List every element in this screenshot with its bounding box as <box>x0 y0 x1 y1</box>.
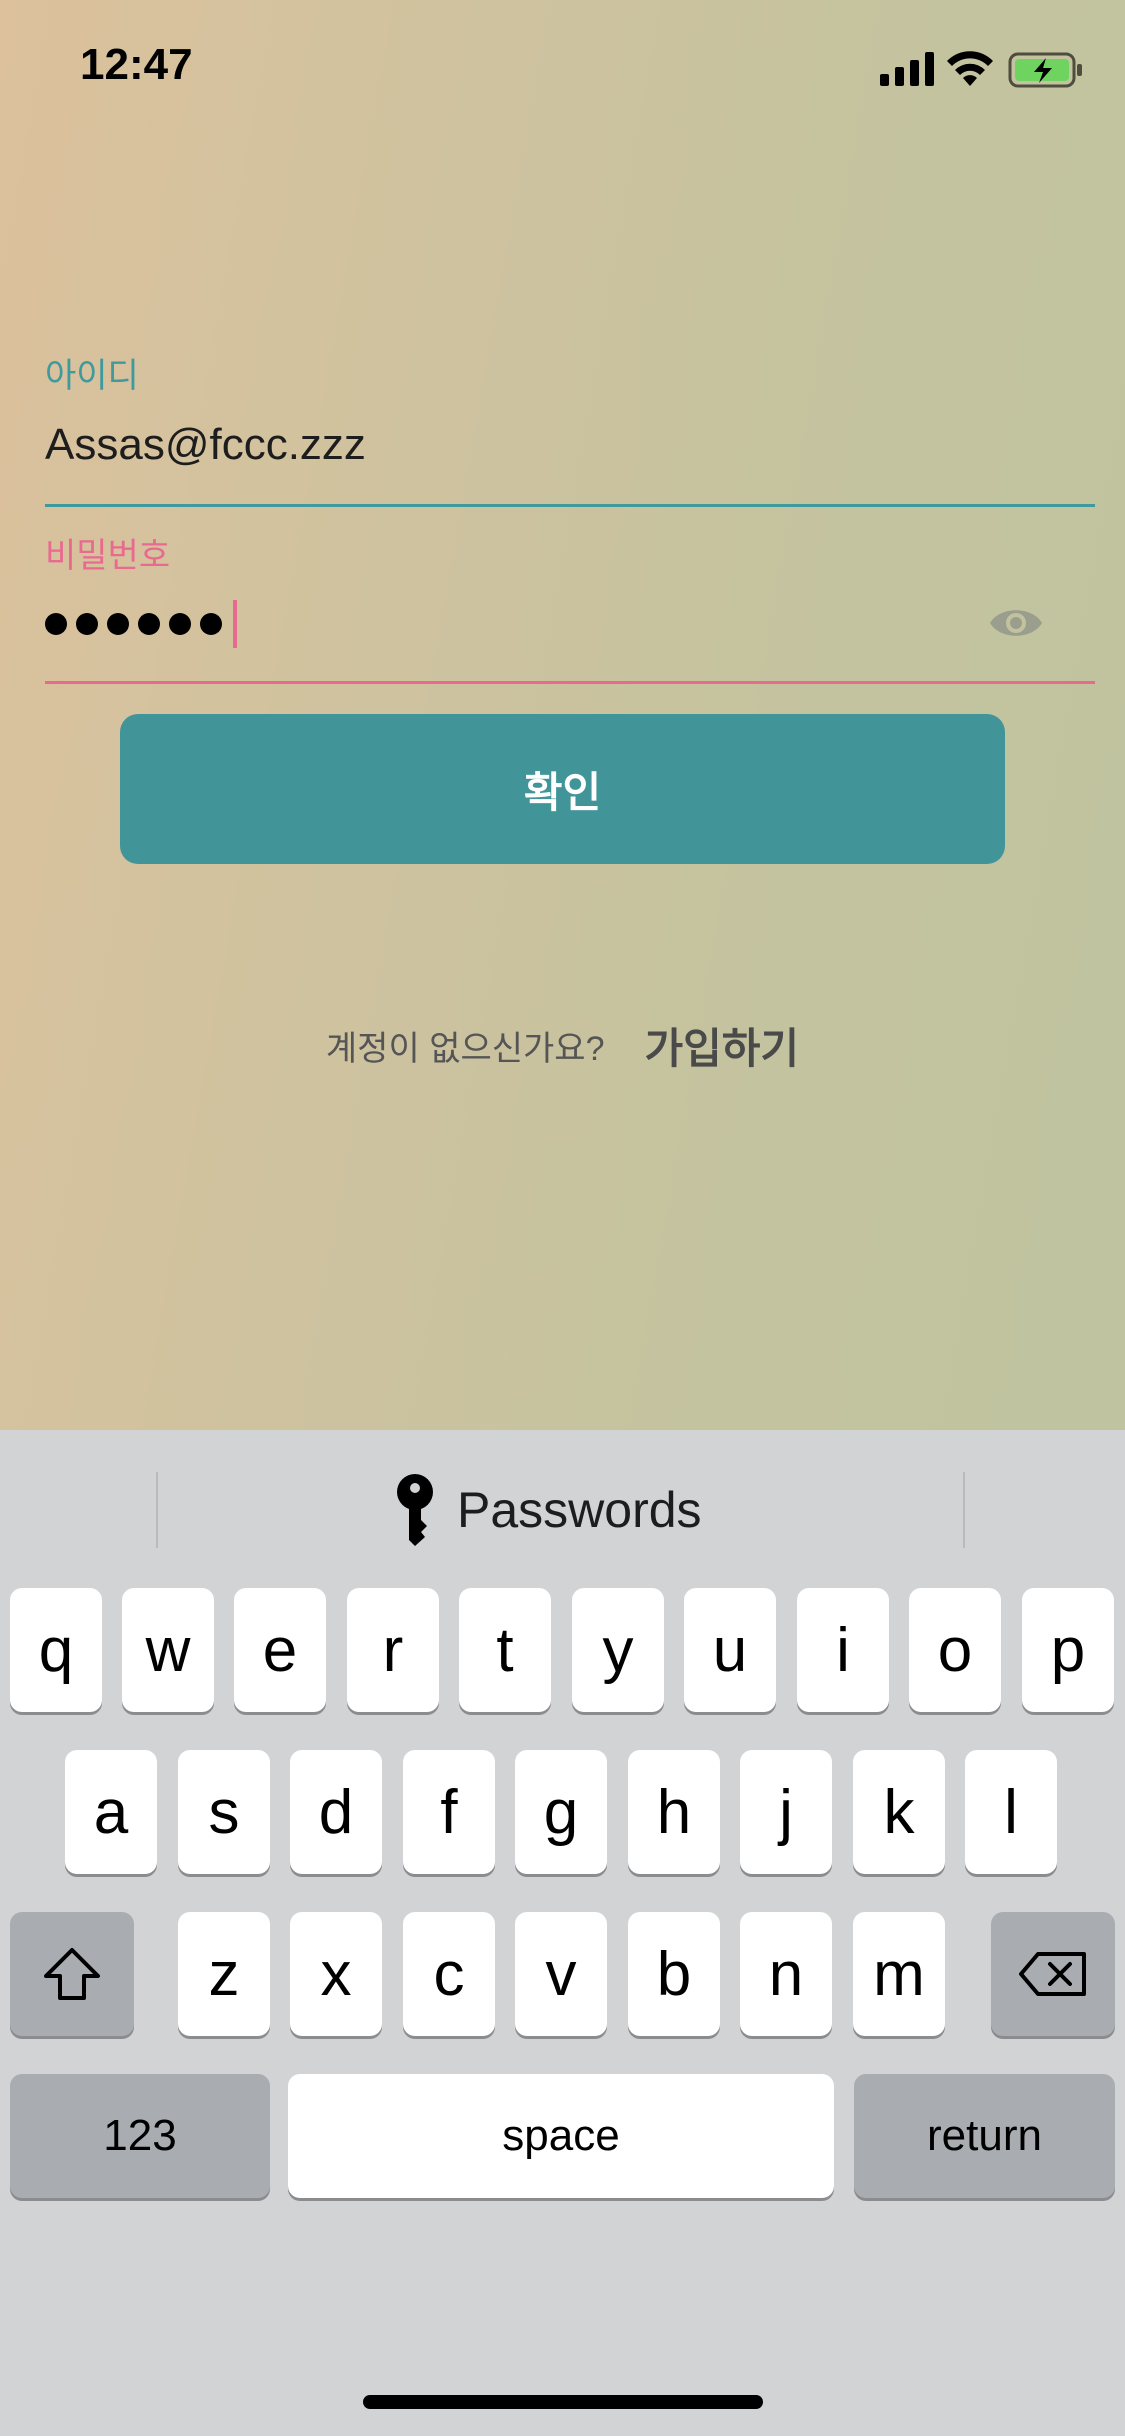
key-r[interactable]: r <box>347 1588 439 1712</box>
signup-link[interactable]: 가입하기 <box>645 1015 800 1076</box>
password-mask-dot <box>200 613 222 635</box>
no-account-text: 계정이 없으신가요? <box>325 1030 605 1068</box>
id-input[interactable]: Assas@fccc.zzz <box>45 420 366 470</box>
key-x[interactable]: x <box>290 1912 382 2036</box>
key-j[interactable]: j <box>740 1750 832 1874</box>
key-s[interactable]: s <box>178 1750 270 1874</box>
key-h[interactable]: h <box>628 1750 720 1874</box>
key-d[interactable]: d <box>290 1750 382 1874</box>
status-time: 12:47 <box>80 40 193 89</box>
space-key[interactable]: space <box>288 2074 834 2198</box>
id-label: 아이디 <box>45 357 139 395</box>
password-mask-dot <box>76 613 98 635</box>
key-z[interactable]: z <box>178 1912 270 2036</box>
key-l[interactable]: l <box>965 1750 1057 1874</box>
key-y[interactable]: y <box>572 1588 664 1712</box>
passwords-suggestion[interactable]: Passwords <box>395 1470 702 1550</box>
battery-charging-icon <box>1008 52 1082 88</box>
password-underline <box>45 681 1095 684</box>
shift-key[interactable] <box>10 1912 134 2036</box>
eye-icon[interactable] <box>988 600 1044 646</box>
passwords-label: Passwords <box>457 1482 702 1538</box>
key-c[interactable]: c <box>403 1912 495 2036</box>
password-mask-dot <box>169 613 191 635</box>
key-v[interactable]: v <box>515 1912 607 2036</box>
key-icon <box>397 1474 433 1546</box>
shift-icon <box>44 1948 100 2000</box>
key-i[interactable]: i <box>797 1588 889 1712</box>
suggestion-divider <box>156 1472 158 1548</box>
key-t[interactable]: t <box>459 1588 551 1712</box>
login-screen: 12:47 아이디 Assas@fccc.zzz 비밀번호 확인 계정이 없으신… <box>0 0 1125 1430</box>
confirm-button[interactable]: 확인 <box>120 714 1005 864</box>
key-g[interactable]: g <box>515 1750 607 1874</box>
password-label: 비밀번호 <box>45 537 171 575</box>
key-n[interactable]: n <box>740 1912 832 2036</box>
password-mask-dot <box>138 613 160 635</box>
key-o[interactable]: o <box>909 1588 1001 1712</box>
key-b[interactable]: b <box>628 1912 720 2036</box>
id-underline <box>45 504 1095 507</box>
text-caret <box>233 600 237 648</box>
key-f[interactable]: f <box>403 1750 495 1874</box>
key-u[interactable]: u <box>684 1588 776 1712</box>
backspace-icon <box>1019 1952 1086 1996</box>
key-e[interactable]: e <box>234 1588 326 1712</box>
delete-key[interactable] <box>991 1912 1115 2036</box>
key-w[interactable]: w <box>122 1588 214 1712</box>
password-mask-dot <box>45 613 67 635</box>
key-m[interactable]: m <box>853 1912 945 2036</box>
password-input[interactable] <box>45 598 237 650</box>
home-indicator <box>363 2395 763 2409</box>
signup-row: 계정이 없으신가요? 가입하기 <box>0 1015 1125 1076</box>
wifi-icon <box>947 51 993 86</box>
key-q[interactable]: q <box>10 1588 102 1712</box>
password-mask-dot <box>107 613 129 635</box>
return-key[interactable]: return <box>854 2074 1115 2198</box>
key-p[interactable]: p <box>1022 1588 1114 1712</box>
key-a[interactable]: a <box>65 1750 157 1874</box>
cellular-signal-icon <box>880 52 934 86</box>
key-k[interactable]: k <box>853 1750 945 1874</box>
suggestion-divider <box>963 1472 965 1548</box>
numbers-key[interactable]: 123 <box>10 2074 270 2198</box>
